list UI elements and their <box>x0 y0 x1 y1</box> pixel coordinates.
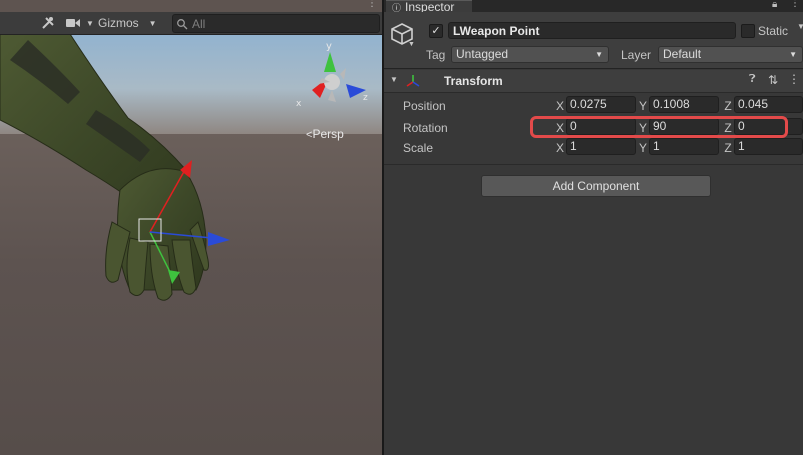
orientation-gizmo[interactable]: y x z <box>296 38 376 110</box>
scale-label[interactable]: Scale <box>403 141 433 155</box>
svg-text:y: y <box>326 41 332 52</box>
gizmos-label: Gizmos <box>98 16 139 30</box>
scene-menu-icon[interactable]: ⋮ <box>366 0 378 12</box>
help-icon[interactable]: ❓︎ <box>749 73 756 86</box>
chevron-down-icon: ▼ <box>148 18 157 28</box>
rotation-label[interactable]: Rotation <box>403 121 448 135</box>
camera-icon <box>66 19 81 27</box>
tools-button[interactable] <box>36 14 60 32</box>
layer-dropdown[interactable]: Default ▼ <box>658 46 803 63</box>
inspector-menu-icon[interactable]: ⋮ <box>790 0 800 9</box>
component-separator <box>384 164 803 165</box>
scene-search-input[interactable]: All <box>172 14 380 33</box>
add-component-button[interactable]: Add Component <box>481 175 711 197</box>
fold-arrow-icon[interactable]: ▼ <box>390 75 398 84</box>
tag-value: Untagged <box>456 47 509 61</box>
transform-header[interactable]: ▼ Transform ❓︎ ⇅ ⋮ <box>384 70 803 93</box>
inspector-panel: ⓘ Inspector 🔒︎ ⋮ ▼ ✓ LWeapon Point Stati… <box>384 0 803 455</box>
transform-title: Transform <box>444 74 503 88</box>
scale-z-field[interactable]: 1 <box>734 138 803 155</box>
search-icon <box>177 18 188 29</box>
camera-button[interactable]: ▼ <box>64 14 96 32</box>
chevron-down-icon: ▼ <box>86 18 94 28</box>
object-header: ▼ ✓ LWeapon Point Static ▼ Tag Untagged … <box>384 12 803 69</box>
tag-dropdown[interactable]: Untagged ▼ <box>451 46 609 63</box>
chevron-down-icon: ▼ <box>789 50 797 59</box>
scale-x-axis[interactable]: X <box>554 141 566 155</box>
position-x-axis[interactable]: X <box>554 99 566 113</box>
preset-icon[interactable]: ⇅ <box>768 73 778 87</box>
static-checkbox[interactable] <box>741 24 755 38</box>
position-x-field[interactable]: 0.0275 <box>566 96 636 113</box>
position-z-field[interactable]: 0.045 <box>734 96 803 113</box>
layer-label: Layer <box>621 48 652 62</box>
scene-view[interactable]: y x z <Persp ▼ Gizmos ▼ All ⋮ <box>0 0 382 455</box>
lock-icon[interactable]: 🔒︎ <box>772 0 777 10</box>
search-placeholder: All <box>192 16 206 31</box>
chevron-down-icon[interactable]: ▼ <box>797 22 803 31</box>
scene-toolbar: ▼ Gizmos ▼ All <box>0 12 382 35</box>
scale-y-axis[interactable]: Y <box>637 141 649 155</box>
layer-value: Default <box>663 47 702 61</box>
static-label: Static <box>758 24 789 38</box>
position-y-axis[interactable]: Y <box>637 99 649 113</box>
svg-text:x: x <box>296 99 302 109</box>
scale-x-field[interactable]: 1 <box>566 138 636 155</box>
tab-strip: ⓘ Inspector 🔒︎ ⋮ <box>384 0 803 13</box>
tag-label: Tag <box>426 48 446 62</box>
rotation-highlight-box <box>530 116 788 138</box>
scale-y-field[interactable]: 1 <box>649 138 719 155</box>
active-checkbox[interactable]: ✓ <box>429 24 443 38</box>
persp-label[interactable]: <Persp <box>306 127 344 141</box>
svg-text:z: z <box>363 93 368 103</box>
scale-z-axis[interactable]: Z <box>722 141 734 155</box>
position-label[interactable]: Position <box>403 99 446 113</box>
chevron-down-icon: ▼ <box>595 50 603 59</box>
tools-icon <box>42 17 54 29</box>
transform-icon <box>406 75 420 87</box>
component-menu-icon[interactable]: ⋮ <box>788 72 800 86</box>
gizmo-z-cone[interactable] <box>208 232 230 246</box>
position-y-field[interactable]: 0.1008 <box>649 96 719 113</box>
object-name-field[interactable]: LWeapon Point <box>448 22 736 39</box>
position-z-axis[interactable]: Z <box>722 99 734 113</box>
gizmos-dropdown[interactable]: Gizmos ▼ <box>98 14 164 32</box>
chevron-down-icon[interactable]: ▼ <box>408 41 415 48</box>
